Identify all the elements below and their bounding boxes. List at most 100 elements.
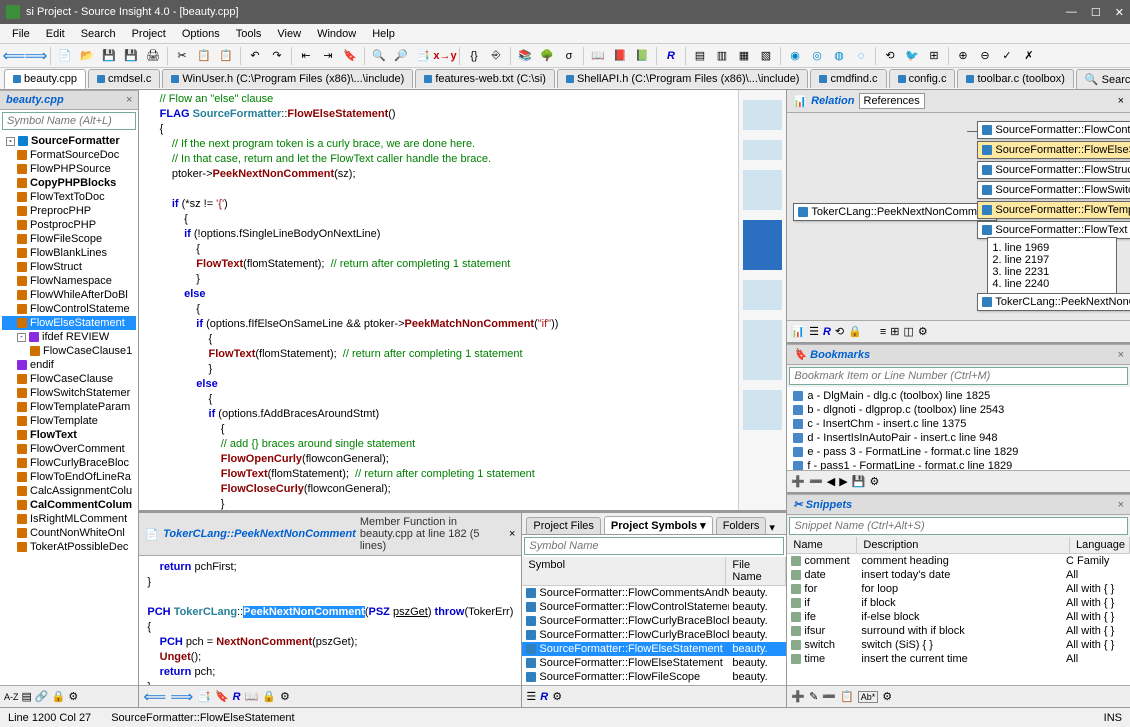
list-icon[interactable]: ☰ [809, 325, 819, 338]
relation-node[interactable]: SourceFormatter::FlowControlStatemen [977, 121, 1130, 139]
snippet-item[interactable]: timeinsert the current timeAll [787, 652, 1130, 666]
edit-icon[interactable]: ✎ [809, 690, 818, 703]
gear-icon[interactable]: ⚙ [552, 690, 562, 703]
snippet-item[interactable]: ifeif-else blockAll with { } [787, 610, 1130, 624]
dropdown-icon[interactable]: ▾ [769, 521, 775, 534]
tab-beauty[interactable]: beauty.cpp [4, 69, 86, 89]
add-icon[interactable]: ➕ [791, 475, 805, 488]
cascade-icon[interactable]: ▦ [734, 46, 754, 66]
tree-node[interactable]: FlowSwitchStatemer [2, 386, 136, 400]
gear-icon[interactable]: ⚙ [869, 475, 879, 488]
symbol-search-input[interactable] [2, 112, 136, 130]
bookmark-item[interactable]: e - pass 3 - FormatLine - format.c line … [789, 445, 1128, 459]
relation-graph[interactable]: TokerCLang::PeekNextNonComment SourceFor… [787, 113, 1130, 320]
menu-window[interactable]: Window [309, 26, 364, 42]
sort-az-icon[interactable]: A-Z [4, 692, 19, 702]
add-icon[interactable]: ➕ [791, 690, 805, 703]
replace-icon[interactable]: x→y [435, 46, 455, 66]
minimap[interactable] [738, 90, 786, 510]
indent-left-icon[interactable]: ⇤ [296, 46, 316, 66]
forward-icon[interactable]: ⟹ [170, 687, 193, 707]
sync-icon[interactable]: ◉ [785, 46, 805, 66]
list-item[interactable]: SourceFormatter::FlowCurlyBraceBlockbeau… [522, 628, 786, 642]
link-icon[interactable]: 🔗 [35, 690, 49, 703]
minus-icon[interactable]: ⊖ [975, 46, 995, 66]
save-all-icon[interactable]: 💾 [121, 46, 141, 66]
goto-def-icon[interactable]: ⎆ [486, 46, 506, 66]
tile-v-icon[interactable]: ▥ [712, 46, 732, 66]
book-icon[interactable]: 📖 [245, 690, 259, 703]
list-item[interactable]: SourceFormatter::FlowCurlyBraceBlockbeau… [522, 614, 786, 628]
bookmark-item[interactable]: b - dlgnoti - dlgprop.c (toolbox) line 2… [789, 403, 1128, 417]
relation-icon[interactable]: R [540, 691, 548, 703]
copy-icon[interactable]: 📋 [840, 690, 854, 703]
tree-node[interactable]: -ifdef REVIEW [2, 330, 136, 344]
abc-icon[interactable]: Ab* [858, 691, 879, 703]
tab-search-results[interactable]: 🔍 Search Results [1076, 69, 1130, 89]
x-icon[interactable]: ✗ [1019, 46, 1039, 66]
snippet-list[interactable]: commentcomment headingC Familydateinsert… [787, 554, 1130, 685]
tree-node[interactable]: FlowTextToDoc [2, 190, 136, 204]
relation-node[interactable]: SourceFormatter::FlowSwitchStatement [977, 181, 1130, 199]
browse-icon[interactable]: 📚 [515, 46, 535, 66]
redo-icon[interactable]: ↷ [267, 46, 287, 66]
view3-icon[interactable]: ◫ [903, 325, 913, 338]
book2-icon[interactable]: 📕 [610, 46, 630, 66]
snippet-item[interactable]: forfor loopAll with { } [787, 582, 1130, 596]
snippet-item[interactable]: commentcomment headingC Family [787, 554, 1130, 568]
tree-node[interactable]: FlowToEndOfLineRa [2, 470, 136, 484]
list-item[interactable]: SourceFormatter::FlowFileScopebeauty. [522, 670, 786, 684]
undo-icon[interactable]: ↶ [245, 46, 265, 66]
snippet-item[interactable]: dateinsert today's dateAll [787, 568, 1130, 582]
tree-node[interactable]: FlowControlStateme [2, 302, 136, 316]
view2-icon[interactable]: ⊞ [890, 325, 899, 338]
relation-node-center[interactable]: TokerCLang::PeekNextNonComment [793, 203, 997, 221]
tree-node[interactable]: FlowStruct [2, 260, 136, 274]
window-list-icon[interactable]: ▧ [756, 46, 776, 66]
relation-r-icon[interactable]: R [823, 326, 831, 338]
save-icon[interactable]: 💾 [99, 46, 119, 66]
project-symbol-list[interactable]: SourceFormatter::FlowCommentsAndNewLineb… [522, 586, 786, 685]
lock-icon[interactable]: 🔒 [262, 690, 276, 703]
tile-h-icon[interactable]: ▤ [690, 46, 710, 66]
bookmark-icon[interactable]: 🔖 [215, 690, 229, 703]
gear-icon[interactable]: ⚙ [918, 325, 928, 338]
lock-icon[interactable]: 🔒 [52, 690, 66, 703]
back-icon[interactable]: ⟸ [143, 687, 166, 707]
tree-node[interactable]: FlowElseStatement [2, 316, 136, 330]
close-icon[interactable]: × [509, 528, 515, 540]
open-file-icon[interactable]: 📂 [77, 46, 97, 66]
menu-help[interactable]: Help [364, 26, 403, 42]
symbol-icon[interactable]: σ [559, 46, 579, 66]
close-icon[interactable]: × [1118, 349, 1124, 361]
context-code[interactable]: return pchFirst; } PCH TokerCLang::PeekN… [139, 556, 521, 685]
back-button[interactable]: ⟸ [4, 46, 24, 66]
book-open-icon[interactable]: 📖 [588, 46, 608, 66]
call-tree-icon[interactable]: 🌳 [537, 46, 557, 66]
maximize-button[interactable]: ☐ [1091, 6, 1101, 19]
tree-node[interactable]: FlowFileScope [2, 232, 136, 246]
project-symbol-search[interactable] [524, 537, 784, 555]
graph-icon[interactable]: 📊 [791, 325, 805, 338]
tree-node[interactable]: CopyPHPBlocks [2, 176, 136, 190]
lock-icon[interactable]: 🔒 [848, 325, 862, 338]
snippet-item[interactable]: switchswitch (SiS) { }All with { } [787, 638, 1130, 652]
close-icon[interactable]: × [1118, 499, 1124, 511]
tab-shellapi[interactable]: ShellAPI.h (C:\Program Files (x86)\...\i… [557, 69, 809, 88]
filter-icon[interactable]: ▤ [22, 690, 32, 703]
forward-button[interactable]: ⟹ [26, 46, 46, 66]
code-editor[interactable]: // Flow an "else" clause FLAG SourceForm… [139, 90, 738, 510]
relation-icon[interactable]: R [661, 46, 681, 66]
menu-project[interactable]: Project [124, 26, 174, 42]
remove-icon[interactable]: ➖ [822, 690, 836, 703]
tree-node[interactable]: FlowCurlyBraceBloc [2, 456, 136, 470]
menu-tools[interactable]: Tools [228, 26, 270, 42]
tree-icon[interactable]: ⊞ [924, 46, 944, 66]
save-icon[interactable]: 💾 [852, 475, 866, 488]
snippet-search-input[interactable] [789, 517, 1128, 535]
close-button[interactable]: ✕ [1115, 6, 1124, 19]
close-icon[interactable]: × [126, 94, 132, 106]
menu-edit[interactable]: Edit [38, 26, 73, 42]
search-next-icon[interactable]: 🔎 [391, 46, 411, 66]
match-brace-icon[interactable]: {} [464, 46, 484, 66]
